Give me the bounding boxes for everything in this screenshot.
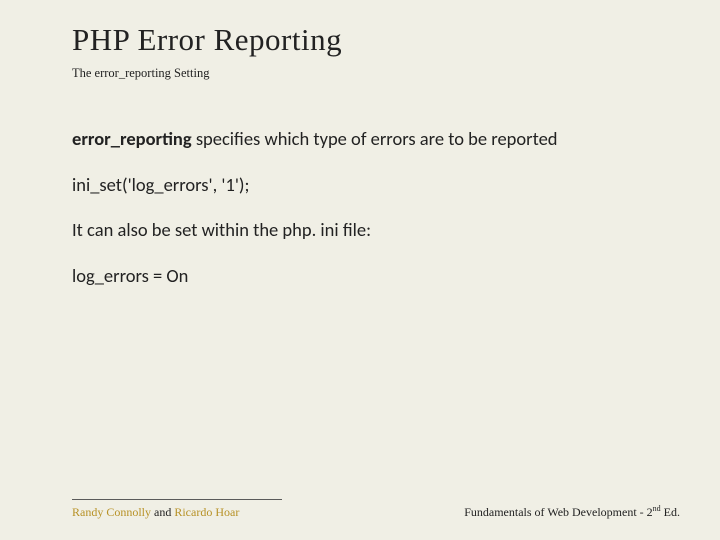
footer: Randy Connolly and Ricardo Hoar Fundamen…: [72, 499, 680, 520]
slide: PHP Error Reporting The error_reporting …: [0, 0, 720, 540]
config-line-log-errors: log_errors = On: [72, 264, 660, 288]
author-1: Randy Connolly: [72, 505, 151, 519]
keyword-error-reporting: error_reporting: [72, 127, 192, 150]
book-title-prefix: Fundamentals of Web Development - 2: [464, 505, 652, 519]
slide-subtitle: The error_reporting Setting: [72, 66, 660, 81]
footer-row: Randy Connolly and Ricardo Hoar Fundamen…: [72, 504, 680, 520]
footer-rule: [72, 499, 282, 500]
book-title-suffix: Ed.: [661, 505, 680, 519]
author-joiner: and: [151, 505, 174, 519]
slide-title: PHP Error Reporting: [72, 22, 660, 58]
paragraph-3: It can also be set within the php. ini f…: [72, 218, 660, 242]
body-content: error_reporting specifies which type of …: [72, 127, 660, 288]
paragraph-1: error_reporting specifies which type of …: [72, 127, 660, 151]
paragraph-1-rest: specifies which type of errors are to be…: [192, 127, 558, 150]
author-2: Ricardo Hoar: [174, 505, 239, 519]
footer-book: Fundamentals of Web Development - 2nd Ed…: [464, 504, 680, 520]
book-edition-ordinal: nd: [653, 504, 661, 513]
footer-authors: Randy Connolly and Ricardo Hoar: [72, 505, 239, 520]
code-line-ini-set: ini_set('log_errors', '1');: [72, 173, 660, 197]
